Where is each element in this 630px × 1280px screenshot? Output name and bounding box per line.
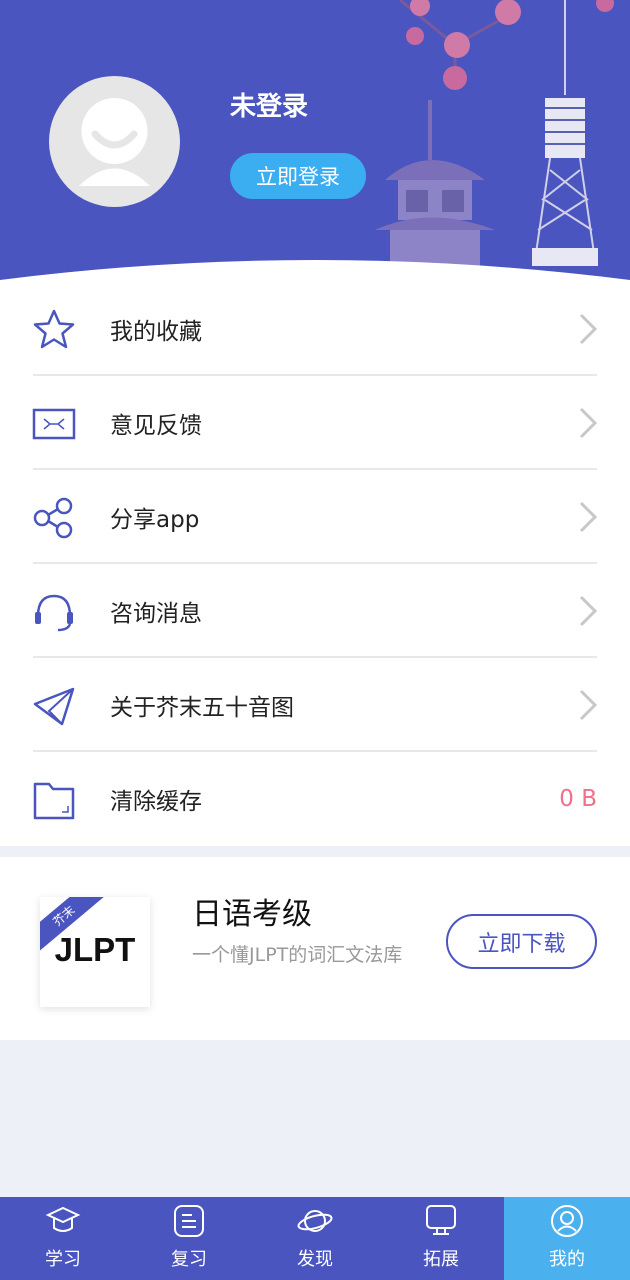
- menu-item-about[interactable]: 关于芥末五十音图: [0, 658, 630, 752]
- graduation-cap-icon: [45, 1206, 81, 1232]
- planet-icon: [297, 1210, 333, 1232]
- chevron-right-icon: [579, 595, 598, 627]
- tab-study[interactable]: 学习: [0, 1197, 126, 1280]
- user-silhouette-icon: [79, 98, 150, 186]
- headset-icon: [35, 594, 73, 632]
- chevron-right-icon: [579, 313, 598, 345]
- profile-header: 未登录 立即登录: [0, 0, 630, 300]
- avatar[interactable]: [49, 76, 180, 207]
- menu-item-label: 分享app: [110, 507, 200, 533]
- menu-item-label: 清除缓存: [110, 789, 202, 815]
- logo-text: JLPT: [54, 931, 136, 968]
- promo-description: 一个懂JLPT的词汇文法库: [192, 944, 403, 966]
- user-icon: [551, 1205, 583, 1237]
- paper-plane-icon: [33, 687, 75, 726]
- download-button[interactable]: 立即下载: [446, 914, 597, 969]
- jlpt-app-logo: 芥末 JLPT: [40, 897, 150, 1007]
- document-icon: [174, 1205, 204, 1237]
- cache-size: 0 B: [559, 786, 597, 812]
- menu-item-consult[interactable]: 咨询消息: [0, 564, 630, 658]
- folder-icon: [33, 782, 75, 820]
- menu-item-clear-cache[interactable]: 清除缓存 0 B: [0, 752, 630, 846]
- menu-item-label: 关于芥末五十音图: [110, 695, 294, 721]
- share-icon: [33, 497, 73, 539]
- tab-mine[interactable]: 我的: [504, 1197, 630, 1280]
- settings-menu: 我的收藏 意见反馈 分享app 咨询消息 关于芥末五十音图 清除缓存 0 B: [0, 282, 630, 846]
- tab-label: 学习: [45, 1249, 81, 1270]
- username: 未登录: [230, 92, 309, 122]
- menu-item-label: 意见反馈: [110, 413, 202, 439]
- tab-label: 拓展: [423, 1249, 459, 1270]
- envelope-icon: [32, 408, 76, 440]
- tab-label: 复习: [171, 1249, 207, 1270]
- star-icon: [33, 309, 75, 349]
- menu-item-feedback[interactable]: 意见反馈: [0, 376, 630, 470]
- menu-item-share[interactable]: 分享app: [0, 470, 630, 564]
- menu-item-label: 咨询消息: [110, 601, 202, 627]
- app-promo-card: 芥末 JLPT 日语考级 一个懂JLPT的词汇文法库 立即下载: [0, 857, 630, 1040]
- tab-discover[interactable]: 发现: [252, 1197, 378, 1280]
- chevron-right-icon: [579, 407, 598, 439]
- tokyo-scenery-illustration: [375, 0, 614, 270]
- tab-review[interactable]: 复习: [126, 1197, 252, 1280]
- chevron-right-icon: [579, 501, 598, 533]
- menu-item-label: 我的收藏: [110, 319, 202, 345]
- login-button[interactable]: 立即登录: [230, 153, 366, 199]
- tab-label: 我的: [549, 1249, 585, 1270]
- bottom-tab-bar: 学习 复习 发现 拓展 我的: [0, 1197, 630, 1280]
- chevron-right-icon: [579, 689, 598, 721]
- tab-expand[interactable]: 拓展: [378, 1197, 504, 1280]
- menu-item-favorites[interactable]: 我的收藏: [0, 282, 630, 376]
- tab-label: 发现: [297, 1249, 333, 1270]
- promo-title: 日语考级: [192, 897, 312, 932]
- monitor-icon: [426, 1205, 456, 1235]
